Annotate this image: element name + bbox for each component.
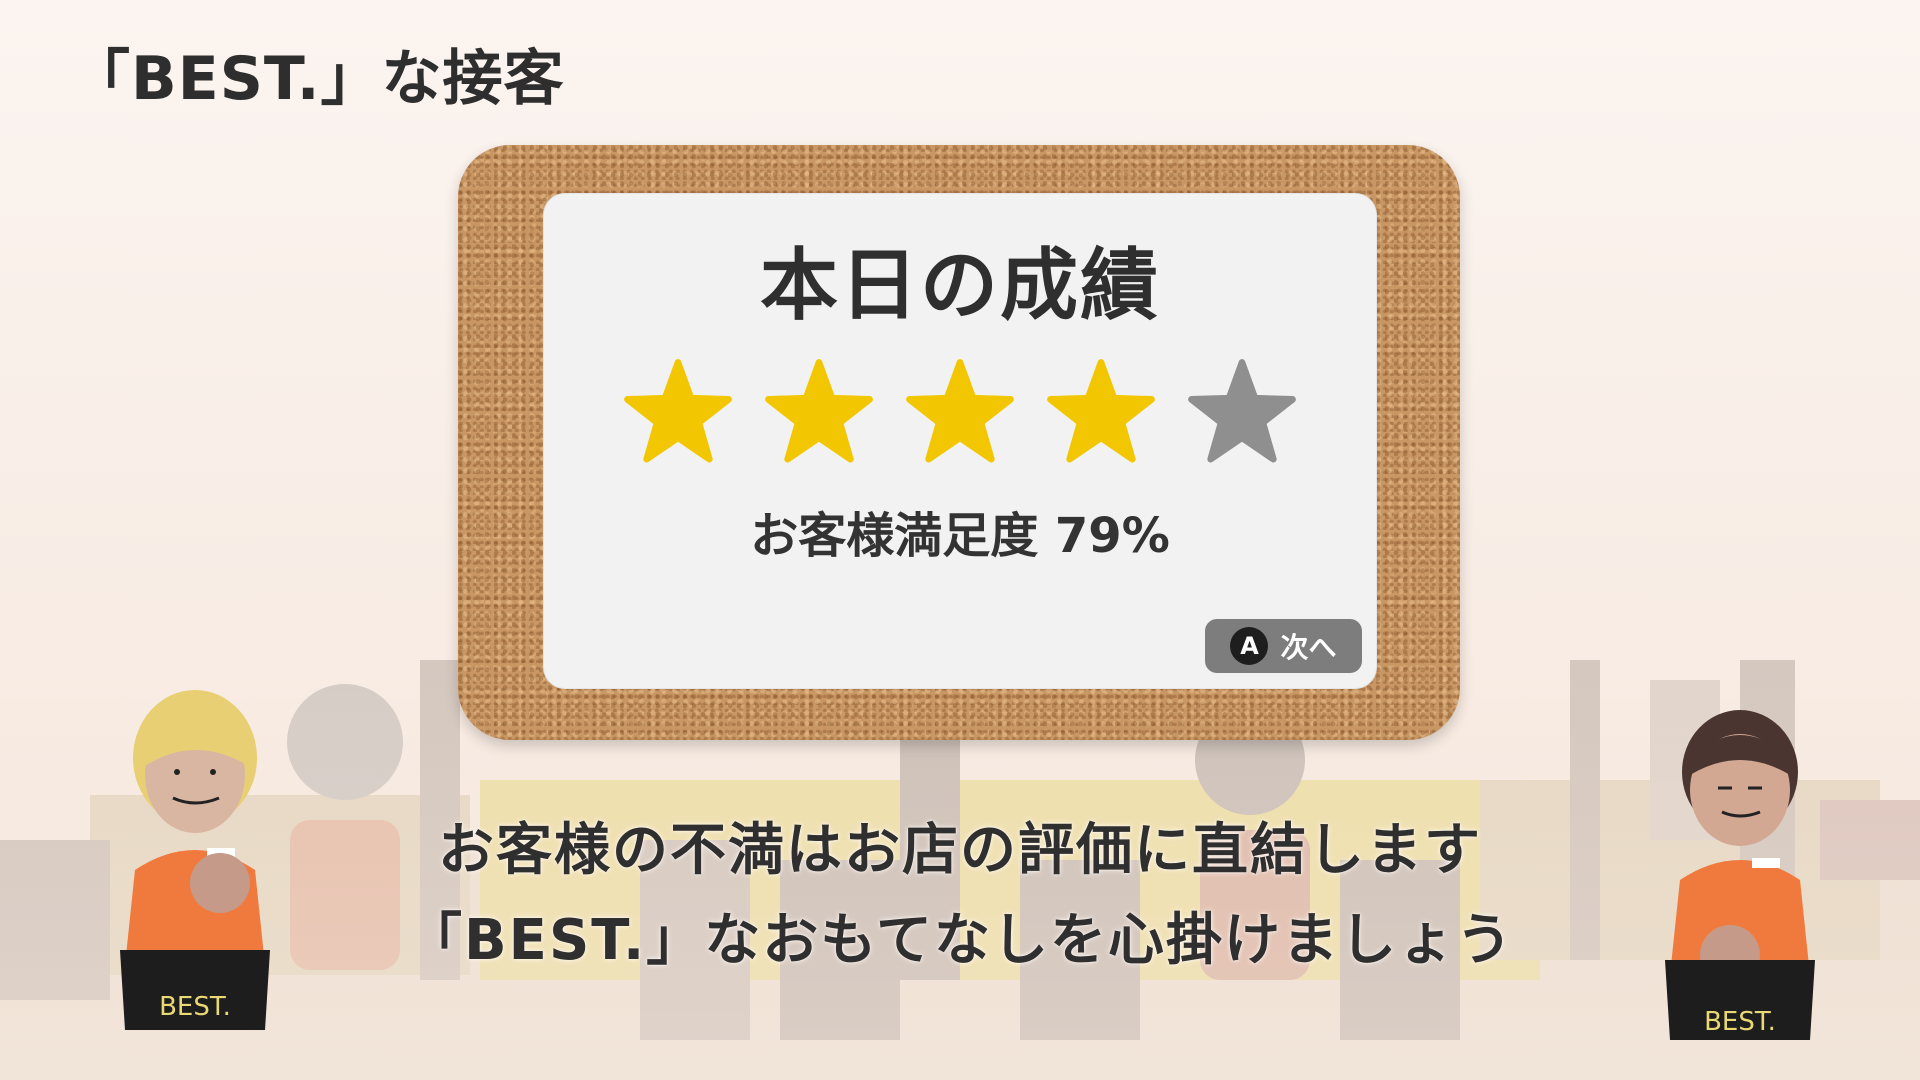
star-icon-empty [1187, 358, 1297, 468]
page-title: 「BEST.」な接客 [70, 44, 565, 114]
a-button-icon: A [1230, 627, 1269, 665]
star-icon-filled [764, 358, 874, 468]
star-rating [623, 358, 1297, 468]
message-line-1: お客様の不満はお店の評価に直結します [438, 818, 1482, 883]
star-icon-filled [1046, 358, 1156, 468]
message-line-2: 「BEST.」なおもてなしを心掛けましょう [406, 908, 1514, 973]
star-icon-filled [623, 358, 733, 468]
next-button-label: 次へ [1280, 631, 1337, 664]
result-card: 本日の成績 お客様満足度 79% A 次へ [543, 193, 1377, 689]
satisfaction-text: お客様満足度 79% [750, 508, 1170, 564]
star-icon-filled [905, 358, 1015, 468]
next-button[interactable]: A 次へ [1205, 619, 1362, 673]
result-title: 本日の成績 [759, 241, 1160, 331]
left-apron-text: BEST. [159, 992, 231, 1022]
right-apron-text: BEST. [1704, 1007, 1776, 1037]
